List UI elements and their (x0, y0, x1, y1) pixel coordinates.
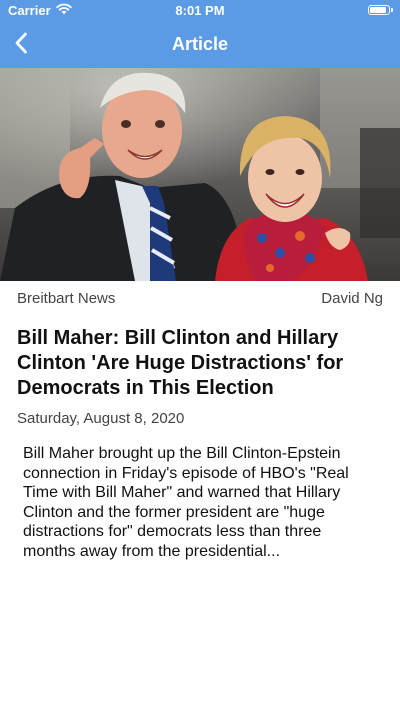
navigation-bar: Carrier 8:01 PM Article (0, 0, 400, 68)
article-summary: Bill Maher brought up the Bill Clinton-E… (23, 445, 349, 560)
article-hero-image (0, 68, 400, 281)
battery-level (370, 7, 386, 13)
status-bar: Carrier 8:01 PM (0, 0, 400, 24)
battery-icon (368, 5, 393, 15)
status-time: 8:01 PM (175, 3, 225, 18)
page-title: Article (171, 34, 229, 54)
article-date: Saturday, August 8, 2020 (17, 410, 185, 427)
article-author: David Ng (321, 290, 383, 307)
article-title: Bill Maher: Bill Clinton and Hillary Cli… (17, 327, 344, 399)
article-source: Breitbart News (17, 290, 116, 307)
